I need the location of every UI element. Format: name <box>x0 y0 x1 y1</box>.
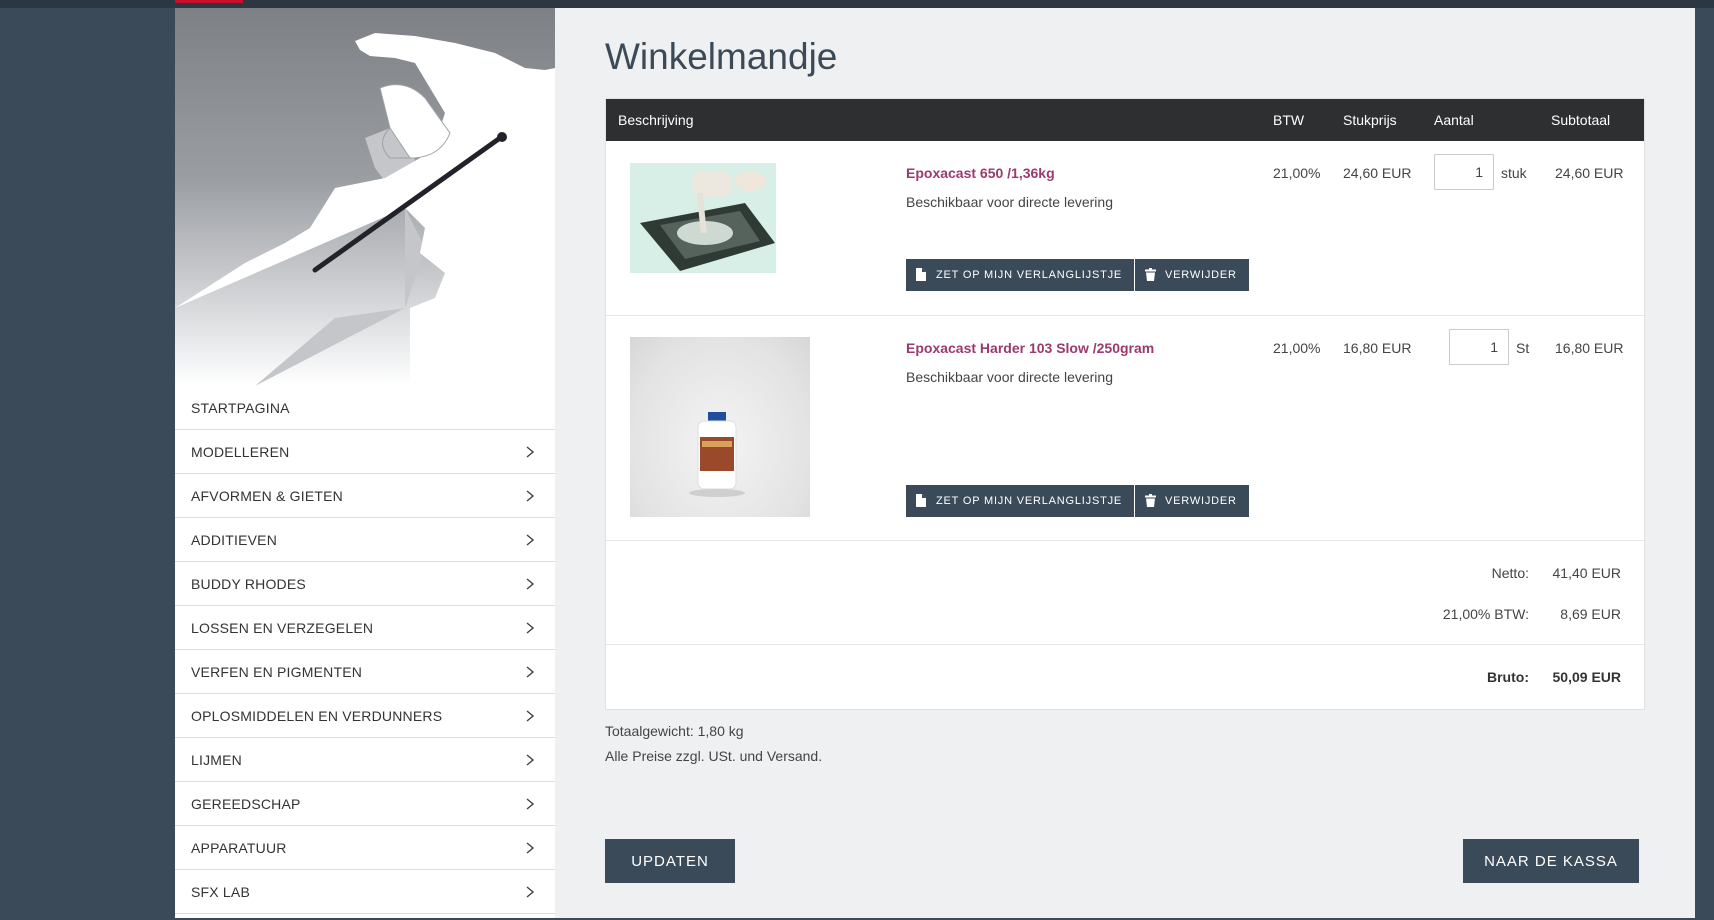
remove-label: VERWIJDER <box>1165 495 1237 507</box>
page-title: Winkelmandje <box>605 36 838 77</box>
top-accent <box>175 0 243 3</box>
chevron-right-icon <box>523 489 537 503</box>
sidebar-item-buddy-rhodes[interactable]: BUDDY RHODES <box>175 562 555 606</box>
chevron-right-icon <box>523 841 537 855</box>
sidebar-item-label: SFX LAB <box>191 883 250 900</box>
header-description: Beschrijving <box>618 112 694 128</box>
product-name-link[interactable]: Epoxacast 650 /1,36kg <box>906 165 1055 181</box>
cart-table: Beschrijving BTW Stukprijs Aantal Subtot… <box>605 98 1645 710</box>
document-icon <box>916 494 928 508</box>
quantity-unit: St <box>1516 340 1530 356</box>
header-vat: BTW <box>1273 112 1305 128</box>
product-image[interactable] <box>630 163 776 273</box>
sidebar-item-label: APPARATUUR <box>191 839 287 856</box>
header-quantity: Aantal <box>1434 112 1474 128</box>
hand-sculpting-illustration <box>175 33 555 386</box>
chevron-right-icon <box>523 753 537 767</box>
sidebar-nav: STARTPAGINA MODELLEREN AFVORMEN & GIETEN… <box>175 386 555 914</box>
sidebar-item-lossen-verzegelen[interactable]: LOSSEN EN VERZEGELEN <box>175 606 555 650</box>
chevron-right-icon <box>523 445 537 459</box>
sidebar-item-startpagina[interactable]: STARTPAGINA <box>175 386 555 430</box>
sidebar-item-label: OPLOSMIDDELEN EN VERDUNNERS <box>191 707 443 724</box>
quantity-unit: stuk <box>1501 165 1527 181</box>
top-bar <box>0 0 1714 8</box>
unit-price: 24,60 EUR <box>1343 165 1412 181</box>
sidebar-item-label: GEREEDSCHAP <box>191 795 301 812</box>
total-weight: Totaalgewicht: 1,80 kg <box>605 723 744 739</box>
sidebar-item-oplosmiddelen[interactable]: OPLOSMIDDELEN EN VERDUNNERS <box>175 694 555 738</box>
cart-row: Epoxacast 650 /1,36kg Beschikbaar voor d… <box>606 141 1644 316</box>
product-image[interactable] <box>630 337 810 517</box>
remove-button[interactable]: VERWIJDER <box>1135 259 1249 291</box>
chevron-right-icon <box>523 709 537 723</box>
cart-row: Epoxacast Harder 103 Slow /250gram Besch… <box>606 316 1644 541</box>
chevron-right-icon <box>523 577 537 591</box>
net-value: 41,40 EUR <box>1552 565 1621 581</box>
sidebar: STARTPAGINA MODELLEREN AFVORMEN & GIETEN… <box>175 8 555 918</box>
vat-value: 21,00% <box>1273 165 1321 181</box>
sidebar-item-label: BUDDY RHODES <box>191 575 306 592</box>
subtotal-value: 24,60 EUR <box>1555 165 1624 181</box>
sidebar-item-label: LIJMEN <box>191 751 242 768</box>
sidebar-item-verfen-pigmenten[interactable]: VERFEN EN PIGMENTEN <box>175 650 555 694</box>
vat-value: 21,00% <box>1273 340 1321 356</box>
sidebar-item-label: VERFEN EN PIGMENTEN <box>191 663 363 680</box>
cart-header: Beschrijving BTW Stukprijs Aantal Subtot… <box>606 99 1644 141</box>
vat-total-label: 21,00% BTW: <box>1442 606 1529 622</box>
document-icon <box>916 268 928 282</box>
quantity-input[interactable] <box>1449 329 1509 365</box>
trash-icon <box>1145 268 1157 282</box>
sidebar-item-lijmen[interactable]: LIJMEN <box>175 738 555 782</box>
wishlist-label: ZET OP MIJN VERLANGLIJSTJE <box>936 495 1123 507</box>
sidebar-item-gereedschap[interactable]: GEREEDSCHAP <box>175 782 555 826</box>
sidebar-item-afvormen-gieten[interactable]: AFVORMEN & GIETEN <box>175 474 555 518</box>
gross-value: 50,09 EUR <box>1552 669 1621 685</box>
update-button[interactable]: UPDATEN <box>605 839 735 883</box>
quantity-input[interactable] <box>1434 154 1494 190</box>
sidebar-item-modelleren[interactable]: MODELLEREN <box>175 430 555 474</box>
sidebar-item-sfx-lab[interactable]: SFX LAB <box>175 870 555 914</box>
remove-button[interactable]: VERWIJDER <box>1135 485 1249 517</box>
sidebar-item-label: STARTPAGINA <box>191 399 290 416</box>
page: STARTPAGINA MODELLEREN AFVORMEN & GIETEN… <box>175 8 1695 918</box>
cart-totals: Netto: 41,40 EUR 21,00% BTW: 8,69 EUR <box>606 541 1644 645</box>
cart-gross: Bruto: 50,09 EUR <box>606 645 1644 709</box>
header-unit-price: Stukprijs <box>1343 112 1397 128</box>
subtotal-value: 16,80 EUR <box>1555 340 1624 356</box>
sidebar-item-additieven[interactable]: ADDITIEVEN <box>175 518 555 562</box>
add-to-wishlist-button[interactable]: ZET OP MIJN VERLANGLIJSTJE <box>906 485 1135 517</box>
product-name-link[interactable]: Epoxacast Harder 103 Slow /250gram <box>906 340 1154 356</box>
net-label: Netto: <box>1491 565 1529 581</box>
price-note: Alle Preise zzgl. USt. und Versand. <box>605 748 823 764</box>
chevron-right-icon <box>523 621 537 635</box>
main-content: Winkelmandje Beschrijving BTW Stukprijs … <box>605 8 1645 883</box>
trash-icon <box>1145 494 1157 508</box>
gross-label: Bruto: <box>1487 669 1529 685</box>
vat-total-value: 8,69 EUR <box>1560 606 1621 622</box>
sidebar-item-label: AFVORMEN & GIETEN <box>191 487 343 504</box>
sidebar-item-apparatuur[interactable]: APPARATUUR <box>175 826 555 870</box>
chevron-right-icon <box>523 665 537 679</box>
sidebar-item-label: LOSSEN EN VERZEGELEN <box>191 619 374 636</box>
remove-label: VERWIJDER <box>1165 269 1237 281</box>
add-to-wishlist-button[interactable]: ZET OP MIJN VERLANGLIJSTJE <box>906 259 1135 291</box>
unit-price: 16,80 EUR <box>1343 340 1412 356</box>
chevron-right-icon <box>523 797 537 811</box>
sidebar-item-label: ADDITIEVEN <box>191 531 278 548</box>
chevron-right-icon <box>523 885 537 899</box>
availability-text: Beschikbaar voor directe levering <box>906 369 1113 385</box>
sidebar-item-label: MODELLEREN <box>191 443 290 460</box>
availability-text: Beschikbaar voor directe levering <box>906 194 1113 210</box>
header-subtotal: Subtotaal <box>1551 112 1611 128</box>
chevron-right-icon <box>523 533 537 547</box>
checkout-button[interactable]: NAAR DE KASSA <box>1463 839 1639 883</box>
hero-illustration <box>175 8 555 386</box>
wishlist-label: ZET OP MIJN VERLANGLIJSTJE <box>936 269 1123 281</box>
